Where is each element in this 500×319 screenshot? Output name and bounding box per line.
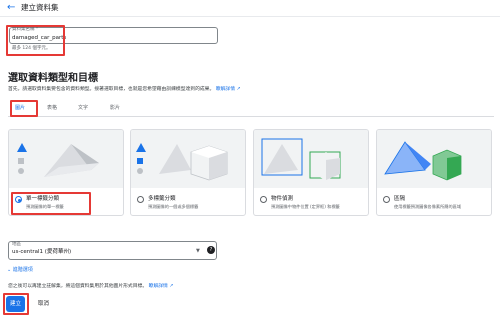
top-bar (0, 0, 500, 17)
single-label-illustration (9, 130, 123, 188)
region-value[interactable]: us-central1 (愛荷華州) (12, 249, 71, 256)
multi-label-desc: 預測圖像的一個或多個標籤 (148, 204, 199, 209)
multi-label-title: 多標籤分類 (148, 196, 176, 202)
segmentation-desc: 使用標籤預測圖像各像素所屬的區域 (394, 204, 462, 209)
highlight-single-label (11, 192, 91, 215)
open-in-new-icon: ↗ (169, 284, 174, 289)
tab-video[interactable]: 影片 (110, 104, 120, 112)
arrow-left-icon[interactable]: ← (7, 2, 15, 14)
radio-object-detection[interactable] (260, 196, 267, 203)
annotation-note: 您之後可以再建立註解集，將這個資料集用於其他圖片形式目標。 瞭解詳情 ↗ (8, 284, 174, 289)
page-title: 建立資料集 (21, 3, 59, 12)
dropdown-arrow-icon[interactable]: ▼ (196, 248, 200, 255)
objective-card-multi-label[interactable]: 多標籤分類 預測圖像的一個或多個標籤 (130, 129, 246, 216)
radio-multi-label[interactable] (137, 196, 144, 203)
note-learn-more-link[interactable]: 瞭解詳情 (149, 284, 168, 289)
advanced-options-toggle[interactable]: ⌄ 進階選項 (7, 267, 33, 274)
radio-segmentation[interactable] (383, 196, 390, 203)
open-in-new-icon: ↗ (236, 87, 241, 92)
tab-text[interactable]: 文字 (78, 104, 88, 112)
highlight-tab (10, 100, 38, 117)
chevron-down-icon: ⌄ (7, 267, 12, 273)
region-label: 地區 (12, 242, 21, 247)
segmentation-title: 區隔 (394, 196, 406, 202)
highlight-name-field (6, 25, 65, 56)
object-detection-illustration (254, 130, 368, 188)
cancel-button[interactable]: 取消 (38, 300, 49, 308)
tab-tabular[interactable]: 表格 (47, 104, 57, 112)
highlight-create-button (3, 293, 29, 315)
learn-more-link[interactable]: 瞭解詳情 (216, 87, 235, 92)
help-icon[interactable]: ? (207, 246, 215, 254)
objective-card-object-detection[interactable]: 物件偵測 預測圖像中物件位置 (定界框) 和標籤 (253, 129, 369, 216)
segmentation-illustration (377, 130, 491, 188)
multi-label-illustration (131, 130, 245, 188)
section-title: 選取資料類型和目標 (8, 73, 98, 84)
object-detection-desc: 預測圖像中物件位置 (定界框) 和標籤 (271, 204, 340, 209)
objective-card-segmentation[interactable]: 區隔 使用標籤預測圖像各像素所屬的區域 (376, 129, 492, 216)
object-detection-title: 物件偵測 (271, 196, 294, 202)
section-description: 首先，請選取資料集要包含的資料類型。接著選取目標，也就是您希望藉由訓練模型達到的… (8, 87, 241, 92)
